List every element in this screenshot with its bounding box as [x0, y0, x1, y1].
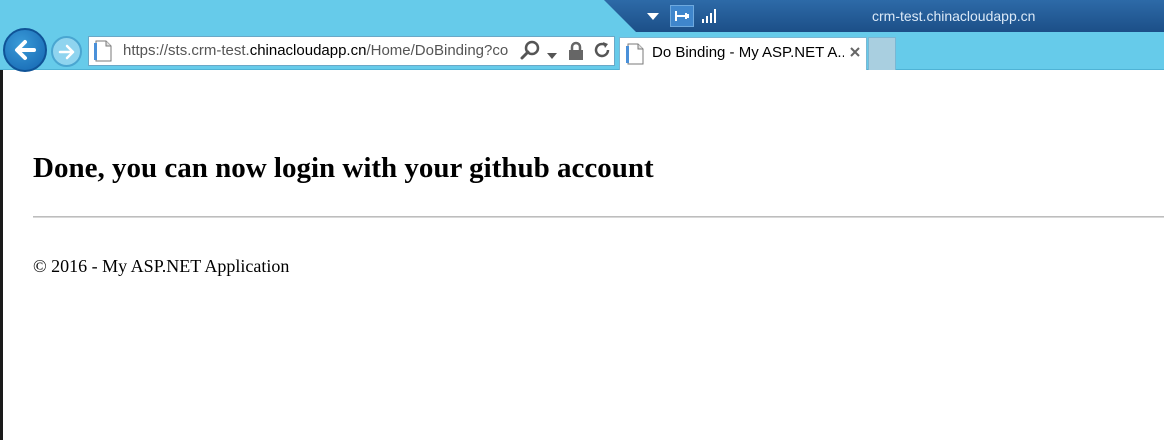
pin-icon[interactable]: [670, 5, 694, 27]
forward-button[interactable]: [51, 36, 82, 67]
close-tab-icon[interactable]: [848, 45, 862, 59]
new-tab-button[interactable]: [868, 37, 896, 70]
chrome-divider: [0, 69, 1164, 70]
lock-icon[interactable]: [568, 41, 584, 66]
url-text[interactable]: https://sts.crm-test.chinacloudapp.cn/Ho…: [123, 42, 513, 62]
address-dropdown-icon[interactable]: [546, 47, 558, 65]
signal-strength-icon: [701, 6, 719, 24]
search-icon[interactable]: [520, 40, 540, 65]
page-heading: Done, you can now login with your github…: [33, 152, 654, 184]
tab-title[interactable]: Do Binding - My ASP.NET A...: [652, 44, 844, 61]
page-icon: [94, 40, 112, 62]
refresh-icon[interactable]: [592, 40, 612, 65]
tab-page-icon: [626, 43, 644, 65]
forward-arrow-icon: [58, 44, 74, 59]
window-title: crm-test.chinacloudapp.cn: [872, 8, 1036, 24]
horizontal-divider: [33, 216, 1164, 218]
footer-copyright: © 2016 - My ASP.NET Application: [33, 256, 290, 276]
back-arrow-icon: [15, 40, 36, 60]
back-button[interactable]: [3, 28, 47, 72]
quick-access-dropdown-icon[interactable]: [644, 8, 662, 24]
